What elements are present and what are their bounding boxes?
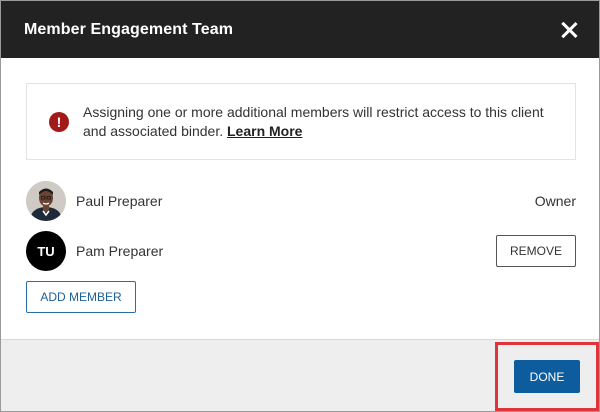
member-name: Paul Preparer [76,193,163,209]
avatar [26,181,66,221]
avatar: TU [26,231,66,271]
exclamation-icon: ! [49,111,69,132]
add-member-button[interactable]: ADD MEMBER [26,281,136,313]
dialog-title: Member Engagement Team [24,20,234,38]
member-engagement-dialog: Member Engagement Team ! Assigning one o… [0,0,600,412]
learn-more-link[interactable]: Learn More [227,123,302,139]
done-button-highlight: DONE [495,342,599,411]
alert-message-text: Assigning one or more additional members… [83,103,544,139]
done-button[interactable]: DONE [514,360,580,393]
warning-alert: ! Assigning one or more additional membe… [26,83,576,160]
dialog-header: Member Engagement Team [1,1,599,58]
member-row-pam: TU Pam Preparer REMOVE [26,231,576,271]
remove-member-button[interactable]: REMOVE [496,235,576,267]
alert-message: Assigning one or more additional members… [83,103,555,141]
close-icon[interactable] [559,20,579,40]
member-name: Pam Preparer [76,243,164,259]
member-row-paul: Paul Preparer Owner [26,181,576,221]
member-role: Owner [534,193,576,209]
user-photo-icon [26,181,66,221]
